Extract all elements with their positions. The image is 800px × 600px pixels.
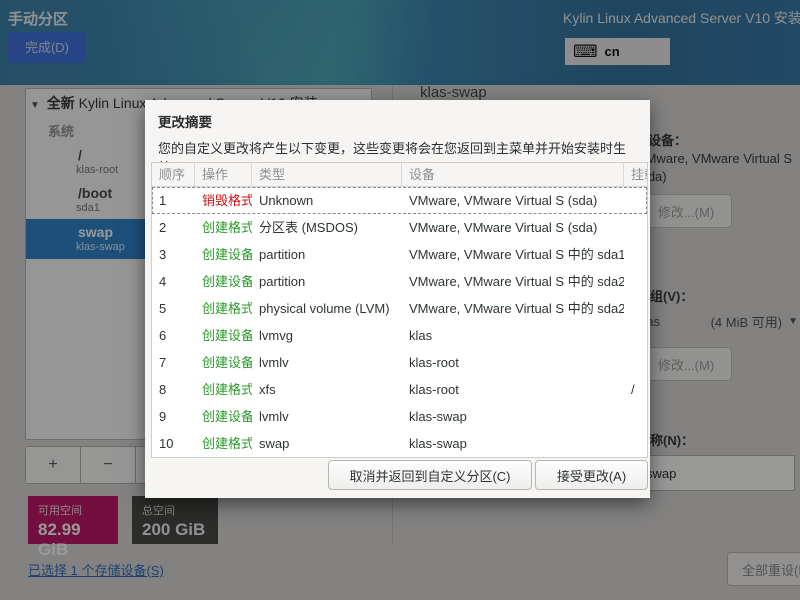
cell-action: 创建设备	[195, 268, 252, 295]
cell-action: 创建格式	[195, 376, 252, 403]
cell-mountpoint	[624, 322, 647, 349]
changes-table: 顺序 操作 类型 设备 挂载点 1 销毁格式 Unknown VMware, V…	[151, 162, 648, 458]
cell-mountpoint	[624, 268, 647, 295]
changes-table-body: 1 销毁格式 Unknown VMware, VMware Virtual S …	[152, 187, 647, 457]
cell-type: partition	[252, 241, 402, 268]
table-row[interactable]: 6 创建设备 lvmvg klas	[152, 322, 647, 349]
column-header-device[interactable]: 设备	[402, 163, 624, 186]
column-header-action[interactable]: 操作	[195, 163, 252, 186]
table-row[interactable]: 10 创建格式 swap klas-swap	[152, 430, 647, 457]
accept-changes-button[interactable]: 接受更改(A)	[535, 460, 648, 490]
cell-order: 9	[152, 403, 195, 430]
cell-action: 创建格式	[195, 295, 252, 322]
column-header-order[interactable]: 顺序	[152, 163, 195, 186]
cell-mountpoint	[624, 241, 647, 268]
cell-mountpoint	[624, 187, 647, 214]
dialog-title: 更改摘要	[158, 111, 212, 131]
cell-device: klas-root	[402, 376, 624, 403]
cell-order: 8	[152, 376, 195, 403]
cell-action: 创建格式	[195, 214, 252, 241]
cell-action: 创建设备	[195, 322, 252, 349]
cell-type: lvmvg	[252, 322, 402, 349]
cell-order: 3	[152, 241, 195, 268]
cell-mountpoint	[624, 295, 647, 322]
cell-mountpoint	[624, 214, 647, 241]
cell-device: VMware, VMware Virtual S (sda)	[402, 214, 624, 241]
table-row[interactable]: 3 创建设备 partition VMware, VMware Virtual …	[152, 241, 647, 268]
table-row[interactable]: 5 创建格式 physical volume (LVM) VMware, VMw…	[152, 295, 647, 322]
cell-type: physical volume (LVM)	[252, 295, 402, 322]
cell-order: 10	[152, 430, 195, 457]
cell-mountpoint	[624, 349, 647, 376]
cell-device: klas	[402, 322, 624, 349]
column-header-type[interactable]: 类型	[252, 163, 402, 186]
changes-table-header: 顺序 操作 类型 设备 挂载点	[152, 163, 647, 187]
cell-order: 4	[152, 268, 195, 295]
summary-of-changes-dialog: 更改摘要 您的自定义更改将产生以下变更，这些变更将会在您返回到主菜单并开始安装时…	[145, 100, 650, 498]
cell-device: klas-swap	[402, 403, 624, 430]
cell-action: 销毁格式	[195, 187, 252, 214]
cell-device: VMware, VMware Virtual S 中的 sda2	[402, 295, 624, 322]
cancel-return-button[interactable]: 取消并返回到自定义分区(C)	[328, 460, 532, 490]
cell-type: Unknown	[252, 187, 402, 214]
table-row[interactable]: 9 创建设备 lvmlv klas-swap	[152, 403, 647, 430]
table-row[interactable]: 7 创建设备 lvmlv klas-root	[152, 349, 647, 376]
cell-device: VMware, VMware Virtual S (sda)	[402, 187, 624, 214]
cell-order: 5	[152, 295, 195, 322]
table-row[interactable]: 2 创建格式 分区表 (MSDOS) VMware, VMware Virtua…	[152, 214, 647, 241]
cell-action: 创建设备	[195, 349, 252, 376]
cell-type: swap	[252, 430, 402, 457]
cell-type: 分区表 (MSDOS)	[252, 214, 402, 241]
cell-device: VMware, VMware Virtual S 中的 sda1	[402, 241, 624, 268]
cell-order: 7	[152, 349, 195, 376]
cell-device: klas-root	[402, 349, 624, 376]
cell-type: lvmlv	[252, 349, 402, 376]
cell-device: VMware, VMware Virtual S 中的 sda2	[402, 268, 624, 295]
cell-order: 2	[152, 214, 195, 241]
cell-type: partition	[252, 268, 402, 295]
column-header-mountpoint[interactable]: 挂载点	[624, 163, 647, 186]
cell-device: klas-swap	[402, 430, 624, 457]
cell-type: lvmlv	[252, 403, 402, 430]
cell-mountpoint	[624, 403, 647, 430]
cell-action: 创建格式	[195, 430, 252, 457]
cell-mountpoint: /	[624, 376, 647, 403]
cell-order: 1	[152, 187, 195, 214]
table-row[interactable]: 1 销毁格式 Unknown VMware, VMware Virtual S …	[152, 187, 647, 214]
installer-window: 手动分区 完成(D) Kylin Linux Advanced Server V…	[0, 0, 800, 600]
cell-order: 6	[152, 322, 195, 349]
table-row[interactable]: 8 创建格式 xfs klas-root /	[152, 376, 647, 403]
cell-action: 创建设备	[195, 241, 252, 268]
cell-action: 创建设备	[195, 403, 252, 430]
cell-type: xfs	[252, 376, 402, 403]
cell-mountpoint	[624, 430, 647, 457]
table-row[interactable]: 4 创建设备 partition VMware, VMware Virtual …	[152, 268, 647, 295]
